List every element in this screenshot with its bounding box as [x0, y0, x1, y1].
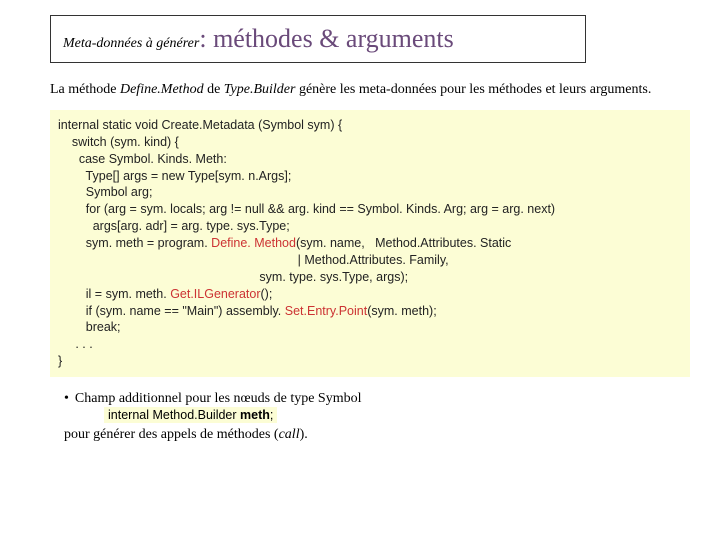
- code-l12b: Set.Entry.Point: [285, 304, 367, 318]
- inline-b: meth: [240, 408, 270, 422]
- after-c: ).: [300, 427, 308, 442]
- code-l8a: sym. meth = program.: [58, 236, 211, 250]
- bullet-after: pour générer des appels de méthodes (cal…: [64, 427, 690, 443]
- code-l1: internal static void Create.Metadata (Sy…: [58, 118, 342, 132]
- code-l9: | Method.Attributes. Family,: [58, 253, 449, 267]
- code-l8b: Define. Method: [211, 236, 296, 250]
- code-l14: . . .: [58, 337, 93, 351]
- code-l12c: (sym. meth);: [367, 304, 436, 318]
- title-sep: :: [199, 24, 213, 53]
- intro-m2: Type.Builder: [224, 82, 296, 97]
- code-l11b: Get.ILGenerator: [170, 287, 260, 301]
- intro-t2: de: [204, 82, 224, 97]
- code-l10: sym. type. sys.Type, args);: [58, 270, 408, 284]
- inline-c: ;: [270, 408, 273, 422]
- inline-code: internal Method.Builder meth;: [104, 407, 277, 423]
- bullet-section: • Champ additionnel pour les nœuds de ty…: [64, 391, 690, 443]
- after-b: call: [279, 427, 300, 442]
- after-a: pour générer des appels de méthodes (: [64, 427, 279, 442]
- code-l4: Type[] args = new Type[sym. n.Args];: [58, 169, 291, 183]
- code-l6: for (arg = sym. locals; arg != null && a…: [58, 202, 555, 216]
- title-prefix: Meta-données à générer: [63, 36, 199, 51]
- title-main: méthodes & arguments: [213, 24, 454, 53]
- code-l5: Symbol arg;: [58, 185, 152, 199]
- intro-paragraph: La méthode Define.Method de Type.Builder…: [50, 81, 690, 100]
- slide: Meta-données à générer: méthodes & argum…: [0, 0, 720, 458]
- bullet-dot-icon: •: [64, 391, 69, 407]
- inline-a: internal Method.Builder: [108, 408, 240, 422]
- intro-m1: Define.Method: [120, 82, 204, 97]
- code-block: internal static void Create.Metadata (Sy…: [50, 110, 690, 377]
- code-l12a: if (sym. name == "Main") assembly.: [58, 304, 285, 318]
- intro-t1: La méthode: [50, 82, 120, 97]
- title-box: Meta-données à générer: méthodes & argum…: [50, 15, 586, 63]
- code-l3: case Symbol. Kinds. Meth:: [58, 152, 227, 166]
- code-l2: switch (sym. kind) {: [58, 135, 179, 149]
- intro-t3: génère les meta-données pour les méthode…: [295, 82, 651, 97]
- bullet-text: Champ additionnel pour les nœuds de type…: [75, 391, 362, 407]
- code-l13: break;: [58, 320, 121, 334]
- bullet-item: • Champ additionnel pour les nœuds de ty…: [64, 391, 690, 407]
- code-l11a: il = sym. meth.: [58, 287, 170, 301]
- code-l7: args[arg. adr] = arg. type. sys.Type;: [58, 219, 290, 233]
- code-l11c: ();: [261, 287, 273, 301]
- code-l15: }: [58, 354, 62, 368]
- code-l8c: (sym. name, Method.Attributes. Static: [296, 236, 511, 250]
